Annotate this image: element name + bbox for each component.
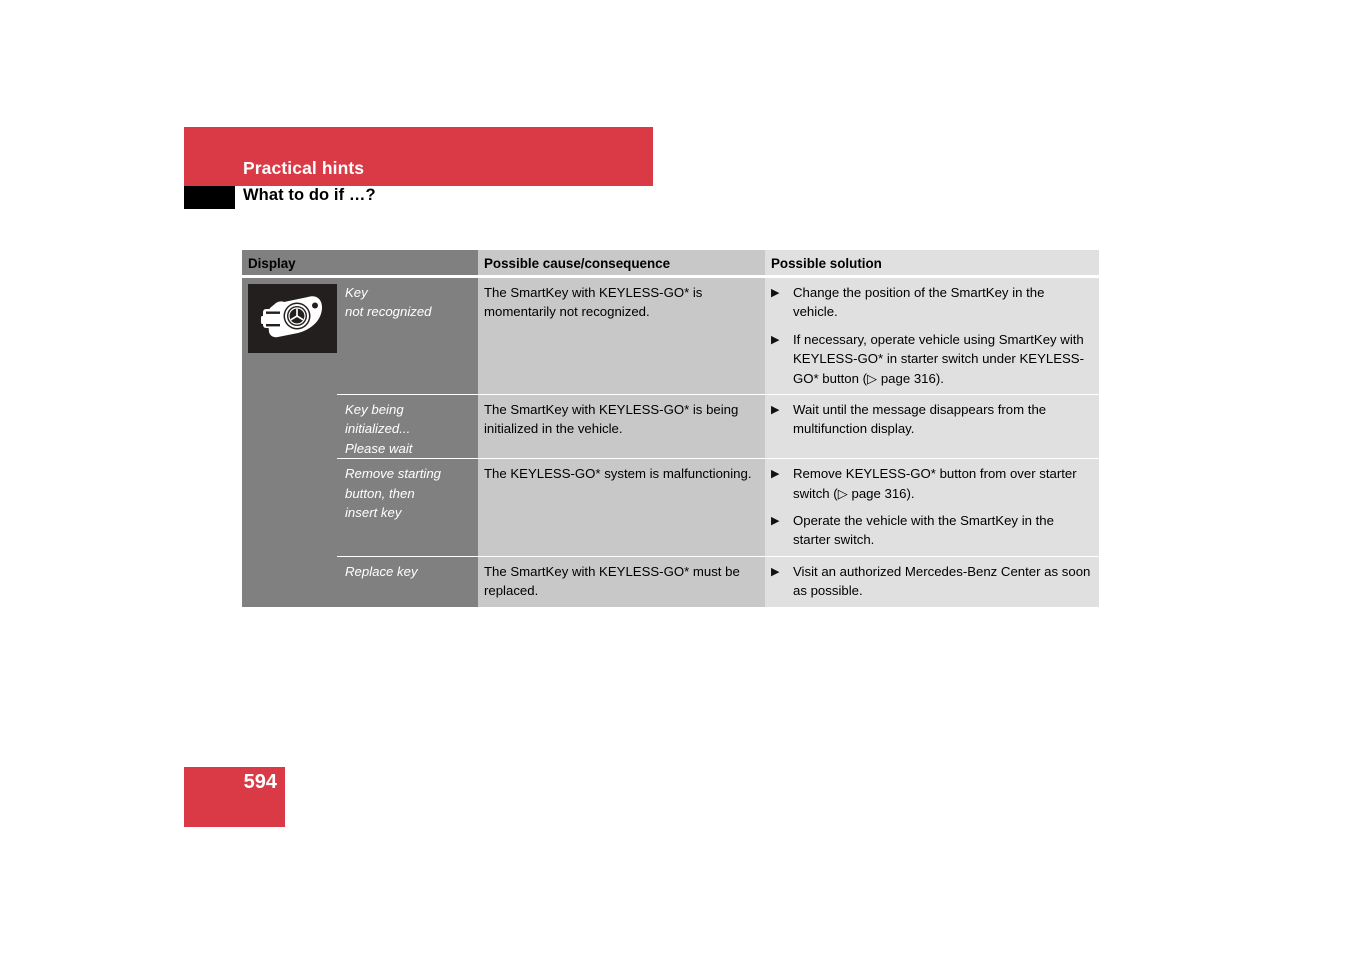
display-message-area: Replace key [337,555,478,607]
column-header-cause-label: Possible cause/consequence [484,256,671,271]
column-header-display-label: Display [248,256,296,271]
cell-display: Remove starting button, then insert key [242,458,478,556]
section-header-bar: Practical hints [184,127,653,186]
subsection-header-row: What to do if …? [184,186,653,214]
cell-cause: The KEYLESS-GO* system is malfunctioning… [478,458,765,556]
solution-item: ▶ Wait until the message disappears from… [771,400,1091,439]
column-header-display: Display [242,250,478,275]
cell-solution: ▶ Wait until the message disappears from… [765,394,1099,459]
solution-text: If necessary, operate vehicle using Smar… [793,331,1084,386]
triangle-bullet-icon: ▶ [771,468,780,481]
cause-text: The SmartKey with KEYLESS-GO* must be re… [484,563,740,599]
solution-text: Remove KEYLESS-GO* button from over star… [793,466,1077,501]
subsection-title: What to do if …? [243,186,376,204]
solution-item: ▶ Visit an authorized Mercedes-Benz Cent… [771,562,1091,601]
cell-solution: ▶ Change the position of the SmartKey in… [765,278,1099,395]
table-row: Key not recognized The SmartKey with KEY… [242,278,1099,395]
table-row: Remove starting button, then insert key … [242,458,1099,556]
triangle-bullet-icon: ▶ [771,287,780,299]
column-header-solution-label: Possible solution [771,256,882,271]
table-row: Replace key The SmartKey with KEYLESS-GO… [242,555,1099,607]
cause-text: The SmartKey with KEYLESS-GO* is being i… [484,402,739,437]
solution-item: ▶ Operate the vehicle with the SmartKey … [771,511,1091,550]
display-icon-area [242,458,337,556]
what-to-do-table: Display Possible cause/consequence Possi… [242,250,1099,607]
display-message: Replace key [345,563,418,579]
chapter-marker-tab [184,186,235,209]
cell-display: Key being initialized... Please wait [242,394,478,459]
display-message-area: Key being initialized... Please wait [337,394,478,459]
cell-display: Key not recognized [242,278,478,395]
display-message: Remove starting button, then insert key [345,466,442,521]
solution-text: Operate the vehicle with the SmartKey in… [793,513,1054,548]
column-header-solution: Possible solution [765,250,1099,275]
cause-text: The KEYLESS-GO* system is malfunctioning… [484,466,752,482]
display-icon-area [242,278,337,395]
cell-solution: ▶ Remove KEYLESS-GO* button from over st… [765,458,1099,556]
cell-cause: The SmartKey with KEYLESS-GO* is being i… [478,394,765,459]
cell-cause: The SmartKey with KEYLESS-GO* is momenta… [478,278,765,395]
display-message-area: Remove starting button, then insert key [337,458,478,556]
triangle-bullet-icon: ▶ [771,333,780,346]
solution-text: Visit an authorized Mercedes-Benz Center… [793,563,1091,599]
solution-list: ▶ Change the position of the SmartKey in… [765,278,1099,394]
display-icon-area [242,394,337,459]
solution-list: ▶ Wait until the message disappears from… [765,395,1099,445]
display-icon-area [242,555,337,607]
column-header-cause: Possible cause/consequence [478,250,765,275]
solution-item: ▶ Change the position of the SmartKey in… [771,283,1091,322]
smartkey-icon [248,284,337,353]
table-header-row: Display Possible cause/consequence Possi… [242,250,1099,275]
page-header: Practical hints What to do if …? [184,127,653,214]
solution-item: ▶ If necessary, operate vehicle using Sm… [771,330,1091,388]
section-title: Practical hints [243,158,365,178]
cause-text: The SmartKey with KEYLESS-GO* is momenta… [484,285,703,320]
page-number: 594 [243,771,277,793]
solution-list: ▶ Remove KEYLESS-GO* button from over st… [765,459,1099,556]
display-message: Key not recognized [345,285,432,320]
page-number-block: 594 [184,767,285,827]
solution-text: Change the position of the SmartKey in t… [793,285,1045,320]
table-row: Key being initialized... Please wait The… [242,394,1099,459]
triangle-bullet-icon: ▶ [771,404,780,417]
triangle-bullet-icon: ▶ [771,515,780,528]
cell-display: Replace key [242,555,478,607]
triangle-bullet-icon: ▶ [771,565,780,578]
cell-cause: The SmartKey with KEYLESS-GO* must be re… [478,555,765,607]
display-message-area: Key not recognized [337,278,478,395]
cell-solution: ▶ Visit an authorized Mercedes-Benz Cent… [765,555,1099,607]
solution-item: ▶ Remove KEYLESS-GO* button from over st… [771,464,1091,503]
solution-list: ▶ Visit an authorized Mercedes-Benz Cent… [765,557,1099,607]
display-message: Key being initialized... Please wait [345,402,413,456]
solution-text: Wait until the message disappears from t… [793,402,1047,437]
